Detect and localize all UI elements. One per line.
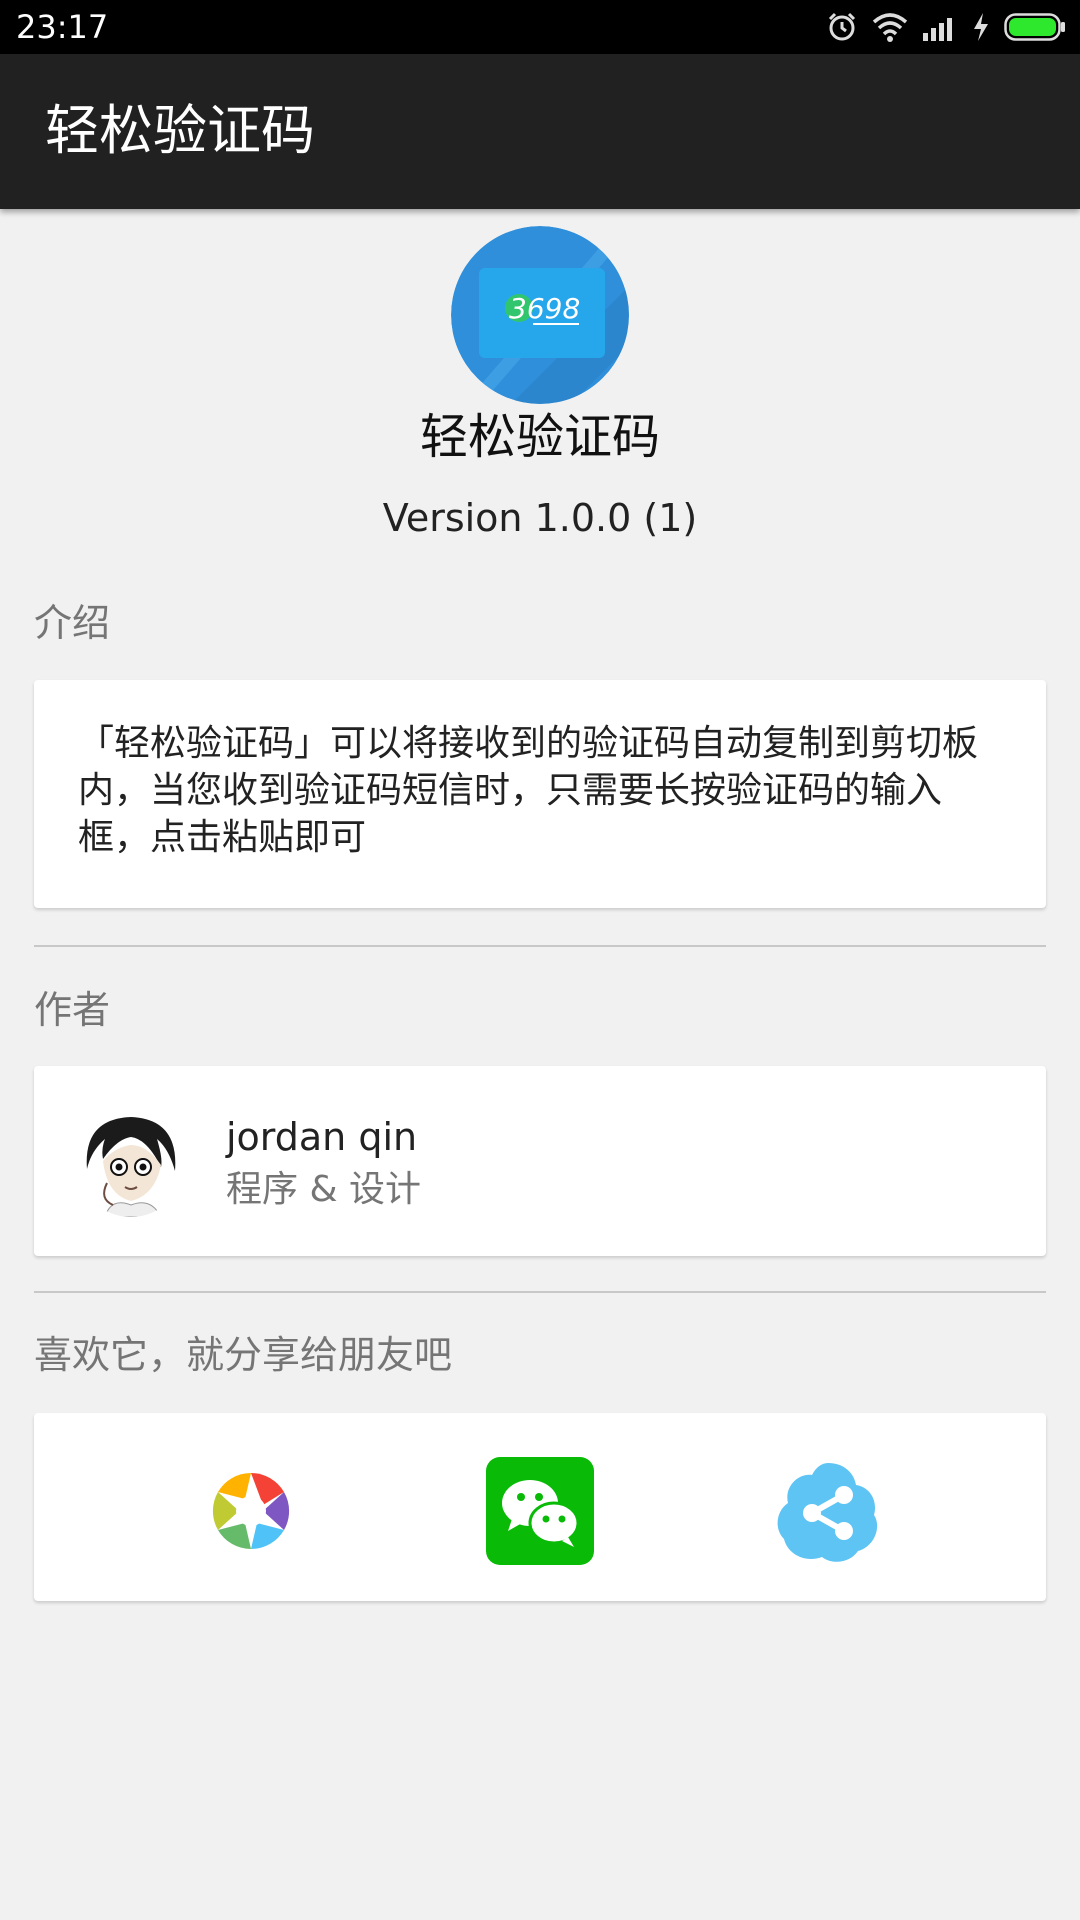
share-moments-button[interactable] xyxy=(197,1457,305,1565)
alarm-icon xyxy=(826,11,858,43)
wifi-icon xyxy=(872,12,908,42)
status-time: 23:17 xyxy=(16,8,109,46)
intro-section-title: 介绍 xyxy=(34,601,111,645)
status-icons xyxy=(826,10,1066,44)
app-logo: 3698 xyxy=(451,226,629,404)
share-card xyxy=(34,1413,1046,1601)
status-bar: 23:17 xyxy=(0,0,1080,54)
toolbar-title: 轻松验证码 xyxy=(45,99,315,162)
author-section-title: 作者 xyxy=(34,988,111,1032)
share-icon xyxy=(774,1463,882,1569)
author-card[interactable]: jordan qin 程序 & 设计 xyxy=(34,1066,1046,1256)
moments-icon xyxy=(197,1472,305,1569)
share-wechat-button[interactable] xyxy=(486,1457,594,1565)
share-more-button[interactable] xyxy=(774,1457,882,1565)
divider xyxy=(34,1291,1046,1293)
wechat-icon xyxy=(486,1457,594,1569)
logo-text: 3698 xyxy=(509,292,580,325)
intro-card: 「轻松验证码」可以将接收到的验证码自动复制到剪切板内，当您收到验证码短信时，只需… xyxy=(34,680,1046,908)
battery-icon xyxy=(1004,13,1066,41)
avatar xyxy=(77,1109,185,1217)
divider xyxy=(34,945,1046,947)
app-name: 轻松验证码 xyxy=(419,409,660,465)
app-version: Version 1.0.0 (1) xyxy=(382,496,698,540)
charging-icon xyxy=(972,12,990,42)
signal-icon xyxy=(922,13,958,41)
author-name: jordan qin xyxy=(226,1115,418,1159)
author-role: 程序 & 设计 xyxy=(226,1169,421,1210)
app-toolbar: 轻松验证码 xyxy=(0,54,1080,209)
share-section-title: 喜欢它，就分享给朋友吧 xyxy=(34,1333,453,1377)
intro-text: 「轻松验证码」可以将接收到的验证码自动复制到剪切板内，当您收到验证码短信时，只需… xyxy=(78,723,979,858)
